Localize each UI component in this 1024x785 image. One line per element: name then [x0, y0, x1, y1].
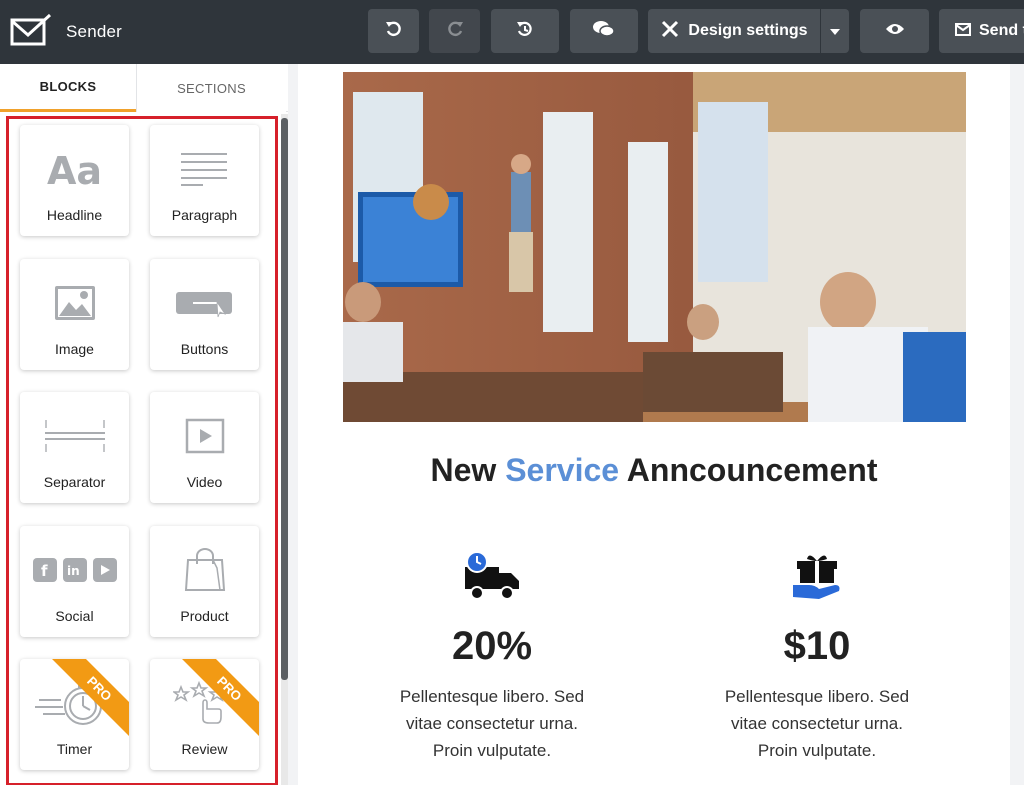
- block-image[interactable]: Image: [20, 259, 129, 370]
- headline-accent-text: Service: [505, 452, 620, 488]
- block-label: Buttons: [180, 341, 229, 357]
- block-headline[interactable]: Aa Headline: [20, 125, 129, 236]
- svg-text:in: in: [67, 564, 80, 578]
- sidebar-scrollbar-thumb[interactable]: [281, 118, 288, 680]
- feature-line: vitae consectetur urna.: [406, 714, 578, 733]
- undo-icon: [385, 20, 403, 43]
- video-icon: [150, 406, 259, 466]
- block-label: Separator: [43, 474, 106, 490]
- block-label: Timer: [56, 741, 93, 757]
- feature-line: Pellentesque libero. Sed: [724, 687, 910, 706]
- hero-image[interactable]: [343, 72, 966, 422]
- social-icon: f in: [20, 540, 129, 600]
- email-headline[interactable]: New Service Anncouncement: [298, 452, 1010, 489]
- send-test-label: Send t: [979, 22, 1024, 39]
- headline-text-end: Anncouncement: [619, 452, 878, 488]
- feature-line: Proin vulputate.: [432, 741, 552, 760]
- send-test-button[interactable]: Send t: [939, 9, 1024, 53]
- caret-down-icon: [830, 22, 840, 40]
- block-product[interactable]: Product: [150, 526, 259, 637]
- blocks-sidebar: BLOCKS SECTIONS Aa Headline Paragraph Im…: [0, 64, 288, 785]
- feature-line: vitae consectetur urna.: [731, 714, 903, 733]
- redo-button[interactable]: [429, 9, 480, 53]
- top-toolbar: Sender Design settings Send t: [0, 0, 1024, 64]
- sidebar-tabs: BLOCKS SECTIONS: [0, 64, 288, 112]
- block-review[interactable]: Review PRO: [150, 659, 259, 770]
- block-timer[interactable]: Timer PRO: [20, 659, 129, 770]
- feature-line: Proin vulputate.: [757, 741, 877, 760]
- delivery-truck-icon: [392, 546, 592, 606]
- eye-icon: [885, 22, 905, 41]
- block-separator[interactable]: Separator: [20, 392, 129, 503]
- block-label: Video: [186, 474, 223, 490]
- history-icon: [516, 20, 534, 43]
- history-button[interactable]: [491, 9, 559, 53]
- email-canvas: New Service Anncouncement 20% Pellentesq…: [298, 64, 1010, 785]
- shopping-bag-icon: [150, 540, 259, 600]
- block-label: Image: [55, 341, 94, 357]
- feature-value: 20%: [451, 624, 533, 668]
- svg-text:f: f: [41, 562, 48, 580]
- image-icon: [20, 273, 129, 333]
- feature-description: Pellentesque libero. Sed vitae consectet…: [392, 683, 592, 764]
- block-buttons[interactable]: Buttons: [150, 259, 259, 370]
- redo-icon: [446, 20, 464, 43]
- comments-icon: [593, 20, 615, 43]
- feature-column[interactable]: 20% Pellentesque libero. Sed vitae conse…: [392, 546, 592, 764]
- svg-text:Aa: Aa: [47, 149, 102, 190]
- sender-logo-icon: [10, 13, 52, 52]
- feature-column[interactable]: $10 Pellentesque libero. Sed vitae conse…: [717, 546, 917, 764]
- separator-icon: [20, 406, 129, 466]
- paragraph-icon: [150, 139, 259, 199]
- block-label: Headline: [46, 207, 103, 223]
- design-settings-button[interactable]: Design settings: [648, 9, 820, 53]
- block-social[interactable]: f in Social: [20, 526, 129, 637]
- block-video[interactable]: Video: [150, 392, 259, 503]
- send-mail-icon: [955, 21, 971, 42]
- feature-value: $10: [783, 624, 851, 668]
- canvas-scroll-gutter: [1010, 64, 1024, 785]
- block-label: Product: [180, 608, 229, 624]
- preview-button[interactable]: [860, 9, 929, 53]
- undo-button[interactable]: [368, 9, 419, 53]
- feature-description: Pellentesque libero. Sed vitae consectet…: [717, 683, 917, 764]
- block-label: Paragraph: [171, 207, 238, 223]
- app-name: Sender: [66, 22, 123, 41]
- block-label: Review: [181, 741, 228, 757]
- headline-icon: Aa: [20, 139, 129, 199]
- tab-blocks[interactable]: BLOCKS: [0, 64, 136, 112]
- comments-button[interactable]: [570, 9, 638, 53]
- brush-ruler-icon: [660, 19, 680, 44]
- design-settings-dropdown[interactable]: [820, 9, 849, 53]
- brand[interactable]: Sender: [10, 13, 123, 52]
- block-label: Social: [55, 608, 94, 624]
- feature-line: Pellentesque libero. Sed: [399, 687, 585, 706]
- design-settings-label: Design settings: [688, 22, 808, 39]
- buttons-icon: [150, 273, 259, 333]
- tab-sections[interactable]: SECTIONS: [136, 64, 286, 112]
- headline-text-start: New: [430, 452, 506, 488]
- gift-hand-icon: [717, 546, 917, 606]
- block-paragraph[interactable]: Paragraph: [150, 125, 259, 236]
